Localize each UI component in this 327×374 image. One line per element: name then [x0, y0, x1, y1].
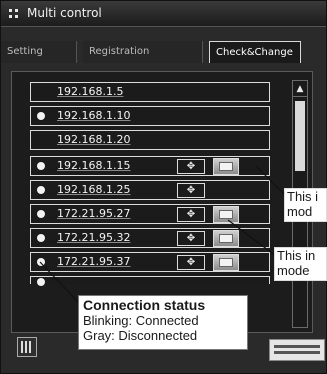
ip-address: 172.21.95.37 [57, 255, 131, 268]
tab-setting[interactable]: Setting [1, 41, 77, 63]
status-dot-icon [37, 112, 45, 120]
callout-line: Blinking: Connected [83, 313, 199, 328]
list-item[interactable]: 192.168.1.20 [30, 130, 270, 150]
mode-icon[interactable] [213, 230, 239, 247]
list-item[interactable]: 192.168.1.10 [30, 106, 270, 126]
title-bar[interactable]: Multi control [1, 1, 326, 27]
mode-icon[interactable] [213, 254, 239, 271]
window-title: Multi control [27, 6, 102, 20]
tab-bar: Setting Registration Check&Change [1, 41, 326, 63]
callout-connection-status: Connection status Blinking: Connected Gr… [78, 295, 248, 350]
move-arrows-icon[interactable]: ✥ [177, 183, 205, 198]
grip-icon [9, 9, 19, 19]
ip-address: 192.168.1.10 [57, 109, 131, 122]
status-dot-icon [37, 162, 45, 170]
list-item[interactable]: 172.21.95.37 ✥ [30, 252, 270, 272]
move-arrows-icon[interactable]: ✥ [177, 231, 205, 246]
tab-check-change[interactable]: Check&Change [209, 41, 301, 63]
status-dot-icon [37, 210, 45, 218]
callout-line: mode [277, 263, 310, 278]
mode-icon[interactable] [213, 206, 239, 223]
list-item[interactable]: 192.168.1.5 [30, 82, 270, 102]
callout-line: This in [277, 248, 316, 263]
status-dot-icon [37, 186, 45, 194]
brand-logo-icon [269, 339, 325, 361]
scroll-thumb[interactable] [295, 101, 305, 171]
move-arrows-icon[interactable]: ✥ [177, 255, 205, 270]
grid-view-icon[interactable] [17, 337, 37, 357]
status-dot-icon [37, 278, 45, 286]
ip-address: 192.168.1.20 [57, 133, 131, 146]
callout-heading: Connection status [83, 297, 206, 313]
status-dot-icon [37, 234, 45, 242]
ip-address: 172.21.95.27 [57, 207, 131, 220]
ip-address: 192.168.1.25 [57, 183, 131, 196]
ip-address: 192.168.1.15 [57, 159, 131, 172]
move-arrows-icon[interactable]: ✥ [177, 207, 205, 222]
callout-line: This i [287, 189, 319, 204]
camera-list-panel: 192.168.1.5 192.168.1.10 192.168.1.20 19… [11, 71, 313, 333]
mode-icon[interactable] [213, 158, 239, 175]
status-dot-icon [37, 258, 45, 266]
callout-mode-1: This i mod [284, 188, 327, 222]
ip-address: 192.168.1.5 [57, 85, 124, 98]
list-item[interactable]: 172.21.95.27 ✥ [30, 204, 270, 224]
list-item[interactable] [30, 276, 270, 286]
list-item[interactable]: 172.21.95.32 ✥ [30, 228, 270, 248]
callout-line: mod [287, 204, 313, 219]
callout-mode-2: This in mode [274, 247, 327, 281]
ip-address: 172.21.95.32 [57, 231, 131, 244]
move-arrows-icon[interactable]: ✥ [177, 159, 205, 174]
list-item[interactable]: 192.168.1.25 ✥ [30, 180, 270, 200]
tab-registration[interactable]: Registration [83, 41, 203, 63]
scroll-up-icon[interactable]: ▲ [293, 81, 307, 97]
callout-line: Gray: Disconnected [83, 328, 198, 343]
list-item[interactable]: 192.168.1.15 ✥ [30, 156, 270, 176]
